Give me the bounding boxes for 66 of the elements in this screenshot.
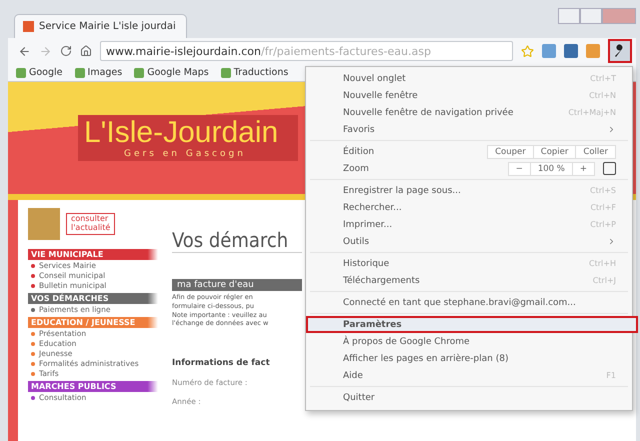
star-icon[interactable]	[521, 44, 534, 58]
menu-label: Édition	[343, 146, 374, 156]
menu-item[interactable]: Paramètres	[306, 316, 638, 333]
forward-icon[interactable]	[39, 44, 52, 58]
menu-item[interactable]: Téléchargements Ctrl+J	[306, 272, 632, 289]
shortcut-text: Ctrl+Maj+N	[568, 108, 616, 117]
shortcut-text: F1	[606, 371, 616, 380]
photo-placeholder	[28, 208, 60, 240]
settings-button[interactable]	[608, 39, 632, 63]
bookmark-link[interactable]: Google	[16, 67, 63, 78]
maximize-button[interactable]	[580, 8, 602, 24]
menu-item[interactable]: Nouvelle fenêtre Ctrl+N	[306, 87, 632, 104]
form-title: Informations de fact	[172, 358, 271, 368]
menu-item[interactable]: À propos de Google Chrome	[306, 333, 632, 350]
fullscreen-icon[interactable]	[603, 162, 616, 175]
shortcut-text: Ctrl+T	[590, 74, 616, 83]
extension-icon[interactable]	[542, 44, 556, 58]
menu-button[interactable]: −	[508, 162, 530, 174]
menu-item[interactable]: Afficher les pages en arrière-plan (8)	[306, 350, 632, 367]
section-title: VIE MUNICIPALE	[28, 249, 158, 260]
site-logo: L'Isle-Jourdain	[84, 117, 278, 149]
section-banner: ma facture d'eau	[172, 279, 302, 291]
reload-icon[interactable]	[60, 45, 72, 57]
back-icon[interactable]	[18, 44, 31, 58]
menu-item[interactable]: Nouvelle fenêtre de navigation privée Ctrl+Maj+N	[306, 104, 632, 121]
shortcut-text: Ctrl+S	[590, 186, 616, 195]
page-heading: Vos démarch	[172, 228, 302, 253]
menu-item[interactable]: Aide F1	[306, 367, 632, 384]
close-button[interactable]	[602, 8, 636, 24]
chevron-right-icon	[607, 125, 616, 134]
menu-item[interactable]: Enregistrer la page sous... Ctrl+S	[306, 182, 632, 199]
menu-item[interactable]: Nouvel onglet Ctrl+T	[306, 70, 632, 87]
menu-button[interactable]: Copier	[532, 146, 576, 158]
menu-button[interactable]: Couper	[488, 146, 533, 158]
shortcut-text: Ctrl+J	[592, 276, 616, 285]
menu-button[interactable]: Coller	[575, 146, 615, 158]
shortcut-text: Ctrl+H	[589, 259, 616, 268]
bookmark-link[interactable]: Traductions	[220, 67, 288, 78]
browser-tab[interactable]: Service Mairie L'isle jourdai	[14, 14, 187, 38]
bookmark-link[interactable]: Images	[74, 67, 122, 78]
menu-item[interactable]: Historique Ctrl+H	[306, 255, 632, 272]
menu-item[interactable]: Outils	[306, 233, 632, 250]
extension-icon[interactable]	[564, 44, 578, 58]
news-badge[interactable]: consulter l'actualité	[66, 213, 116, 235]
section-title: EDUCATION / JEUNESSE	[28, 317, 158, 328]
menu-label: Zoom	[343, 164, 369, 174]
minimize-button[interactable]	[558, 8, 580, 24]
menu-button[interactable]: 100 %	[530, 162, 572, 174]
menu-item[interactable]: Connecté en tant que stephane.bravi@gmail.com...	[306, 294, 632, 311]
favicon-icon	[23, 21, 34, 32]
shortcut-text: Ctrl+N	[589, 91, 616, 100]
bookmark-link[interactable]: Google Maps	[134, 67, 209, 78]
menu-button[interactable]: +	[572, 162, 594, 174]
section-title: MARCHES PUBLICS	[28, 381, 158, 392]
shortcut-text: Ctrl+F	[590, 203, 616, 212]
menu-item[interactable]: Rechercher... Ctrl+F	[306, 199, 632, 216]
site-tagline: Gers en Gascogn	[124, 148, 246, 159]
section-title: VOS DÉMARCHES	[28, 293, 158, 304]
address-field[interactable]: www.mairie-islejourdain.con/fr/paiements-factures-eau.asp	[100, 41, 513, 61]
extension-icon[interactable]	[586, 44, 600, 58]
menu-item[interactable]: Imprimer... Ctrl+P	[306, 216, 632, 233]
menu-item[interactable]: Quitter	[306, 389, 632, 406]
shortcut-text: Ctrl+P	[590, 220, 616, 229]
chevron-right-icon	[607, 237, 616, 246]
menu-item[interactable]: Favoris	[306, 121, 632, 138]
home-icon[interactable]	[80, 45, 92, 57]
